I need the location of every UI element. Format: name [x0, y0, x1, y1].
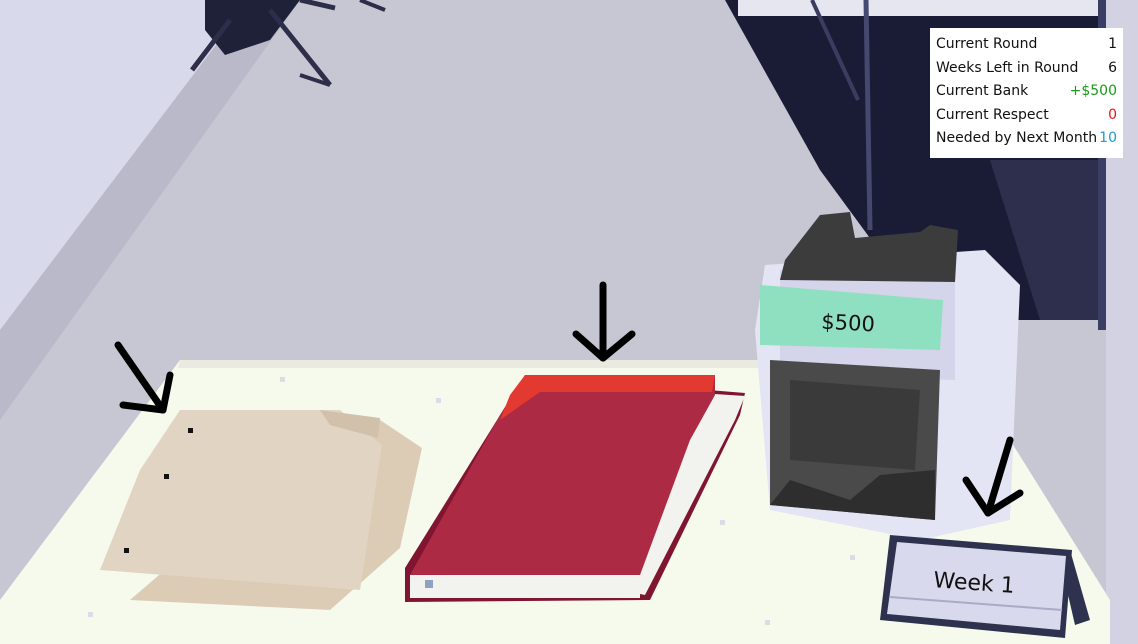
- stat-label: Weeks Left in Round: [936, 59, 1079, 76]
- stat-value: 1: [1108, 36, 1117, 52]
- book-corner: [425, 580, 433, 588]
- stat-row-weeks-left: Weeks Left in Round 6: [936, 57, 1117, 81]
- stat-row-current-respect: Current Respect 0: [936, 104, 1117, 128]
- stat-value: 6: [1108, 59, 1117, 76]
- game-scene: $500 Week 1 Current Round 1 Weeks Left i…: [0, 0, 1138, 644]
- stats-panel: Current Round 1 Weeks Left in Round 6 Cu…: [930, 28, 1123, 158]
- stat-row-current-bank: Current Bank +$500: [936, 80, 1117, 104]
- paper-hole-1: [188, 428, 193, 433]
- stat-label: Needed by Next Month: [936, 130, 1098, 147]
- stat-row-needed-next-month: Needed by Next Month 10: [936, 127, 1117, 151]
- paper-hole-3: [124, 548, 129, 553]
- stat-row-current-round: Current Round 1: [936, 33, 1117, 57]
- stat-label: Current Respect: [936, 106, 1049, 123]
- paper-hole-2: [164, 474, 169, 479]
- stat-value: 0: [1108, 106, 1117, 123]
- money-counter[interactable]: [755, 212, 1020, 540]
- stat-label: Current Round: [936, 36, 1038, 52]
- money-display-text: $500: [821, 310, 876, 337]
- stat-value: 10: [1099, 130, 1117, 147]
- stat-value: +$500: [1069, 83, 1117, 100]
- stat-label: Current Bank: [936, 83, 1029, 100]
